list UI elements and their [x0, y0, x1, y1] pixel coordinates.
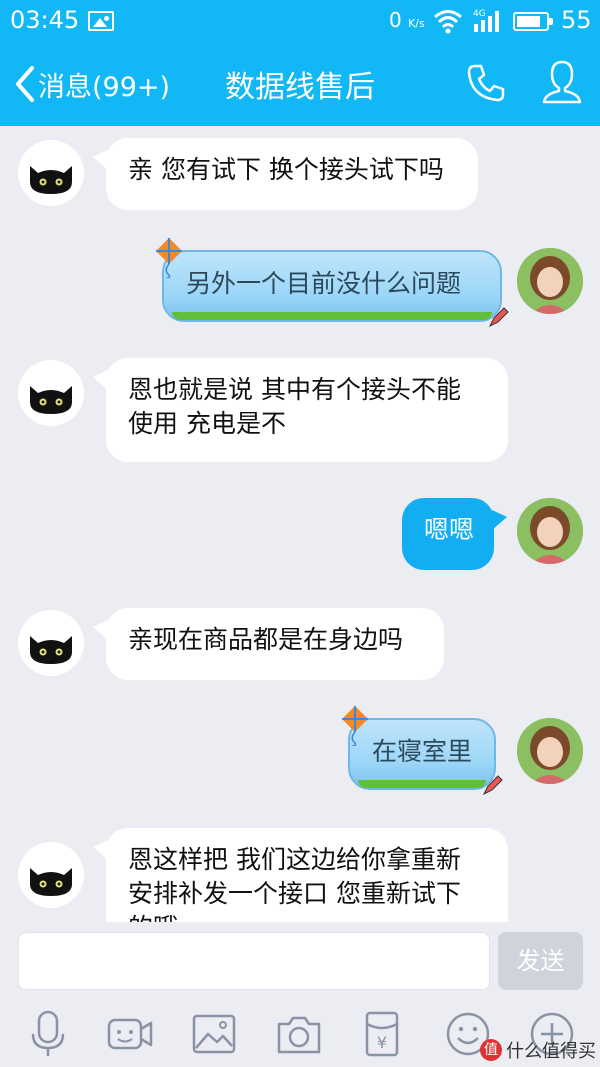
yuan-symbol: ¥ [377, 1033, 387, 1052]
message-bubble-incoming[interactable]: 亲 您有试下 换个接头试下吗 [93, 138, 478, 210]
my-avatar[interactable] [517, 498, 583, 564]
camera-icon [277, 1016, 321, 1054]
watermark-logo: 值 [480, 1039, 502, 1061]
message-bubble-incoming[interactable]: 恩这样把 我们这边给你拿重新 安排补发一个接口 您重新试下 的哦 [93, 828, 508, 922]
wifi-icon [434, 10, 462, 34]
contact-avatar[interactable] [18, 360, 84, 426]
message-bubble-outgoing[interactable]: 另外一个目前没什么问题 [156, 238, 509, 328]
girl-photo-icon [517, 718, 583, 784]
message-line: 安排补发一个接口 您重新试下 [128, 879, 461, 908]
video-call-button[interactable] [106, 1010, 154, 1058]
message-input[interactable] [18, 932, 490, 990]
person-icon [542, 60, 582, 104]
chat-title: 数据线售后 [225, 70, 375, 105]
contact-avatar[interactable] [18, 140, 84, 206]
girl-photo-icon [517, 248, 583, 314]
signal-icon: 4G [473, 9, 499, 32]
contact-avatar[interactable] [18, 842, 84, 908]
gallery-notification-icon [88, 11, 114, 31]
contact-avatar[interactable] [18, 610, 84, 676]
chat-title-wrap: 数据线售后 [0, 62, 600, 106]
gallery-button[interactable] [190, 1010, 238, 1058]
girl-photo-icon [517, 498, 583, 564]
message-line: 的哦 [128, 911, 486, 922]
black-cat-icon [30, 386, 72, 414]
message-bubble-outgoing[interactable]: 嗯嗯 [402, 498, 507, 570]
chat-area[interactable]: 亲 您有试下 换个接头试下吗 另外一个目前没什么问题 恩也就是说 其中有个接头不… [0, 126, 600, 922]
battery-icon [513, 12, 553, 31]
message-line: 恩也就是说 其中有个接头不能 [128, 375, 461, 404]
watermark-text: 什么值得买 [506, 1041, 596, 1062]
message-bubble-incoming[interactable]: 亲现在商品都是在身边吗 [93, 608, 444, 680]
video-camera-icon [107, 1018, 153, 1050]
red-packet-button[interactable]: ¥ [358, 1010, 406, 1058]
network-speed-unit: K/s [408, 17, 425, 30]
my-avatar[interactable] [517, 718, 583, 784]
black-cat-icon [30, 166, 72, 194]
black-cat-icon [30, 868, 72, 896]
send-button[interactable]: 发送 [498, 932, 583, 990]
image-icon [192, 1014, 236, 1054]
message-line: 使用 充电是不 [128, 409, 286, 438]
black-cat-icon [30, 636, 72, 664]
message-bubble-outgoing[interactable]: 在寝室里 [342, 706, 503, 796]
message-bubble-incoming[interactable]: 恩也就是说 其中有个接头不能 使用 充电是不 [93, 358, 508, 462]
message-text: 嗯嗯 [424, 515, 475, 544]
profile-button[interactable] [541, 58, 583, 110]
network-speed-value: 0 [389, 8, 402, 32]
network-speed: 0 K/s [389, 8, 425, 32]
message-text: 亲现在商品都是在身边吗 [128, 625, 404, 654]
kite-icon [156, 238, 182, 278]
message-text: 亲 您有试下 换个接头试下吗 [128, 155, 444, 184]
network-type: 4G [473, 9, 486, 19]
my-avatar[interactable] [517, 248, 583, 314]
phone-icon [467, 64, 505, 102]
call-button[interactable] [465, 62, 507, 108]
microphone-icon [31, 1010, 65, 1056]
kite-icon [342, 706, 368, 746]
red-packet-icon: ¥ [365, 1011, 399, 1057]
camera-button[interactable] [275, 1010, 323, 1058]
battery-level: 55 [561, 6, 592, 34]
message-text: 另外一个目前没什么问题 [186, 269, 462, 298]
voice-button[interactable] [24, 1010, 72, 1058]
status-bar: 03:45 0 K/s 4G 55 [0, 0, 600, 44]
watermark: 值 什么值得买 [480, 1037, 596, 1063]
top-bar: 03:45 0 K/s 4G 55 消息(99+) 数据线售后 [0, 0, 600, 126]
pencil-icon [482, 775, 503, 796]
pencil-icon [488, 307, 509, 328]
message-text: 在寝室里 [372, 737, 473, 766]
status-time: 03:45 [10, 6, 80, 34]
message-line: 恩这样把 我们这边给你拿重新 [128, 845, 461, 874]
nav-bar: 消息(99+) 数据线售后 [0, 44, 600, 126]
